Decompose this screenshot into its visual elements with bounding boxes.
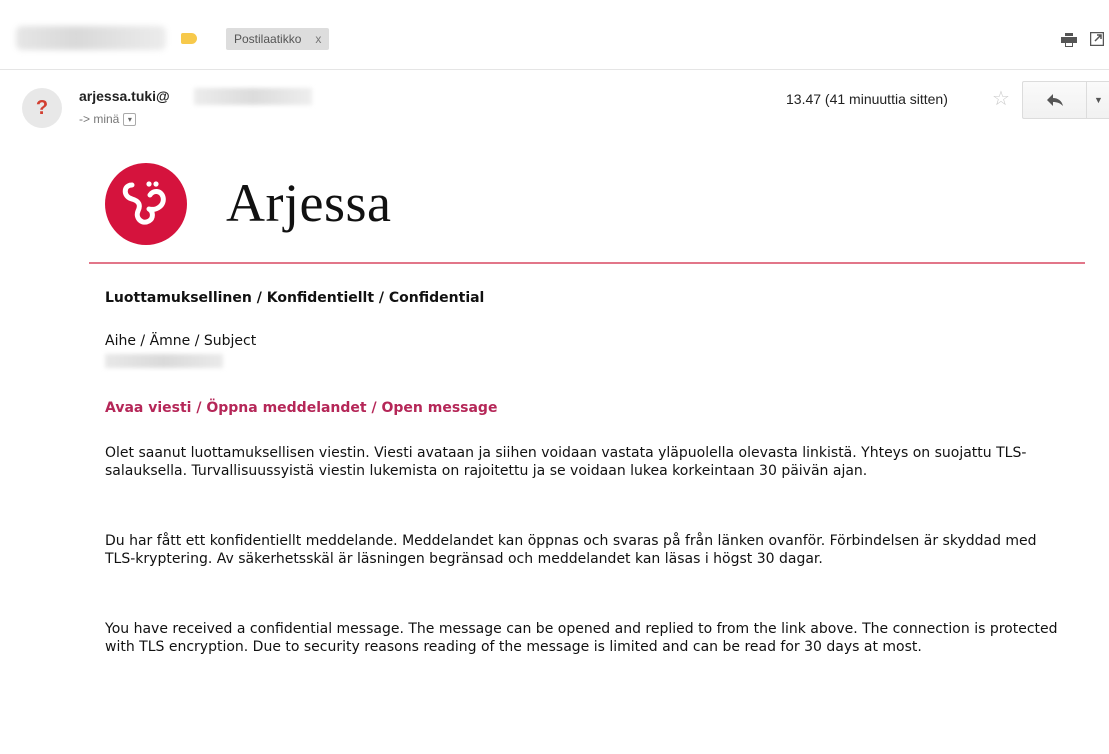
- subject-value-redacted: [105, 354, 223, 368]
- label-tag-icon[interactable]: [181, 33, 197, 44]
- recipient-line: -> minä ▾: [79, 112, 137, 126]
- brand-name: Arjessa: [226, 173, 392, 233]
- brand-divider: [89, 262, 1085, 264]
- open-message-link[interactable]: Avaa viesti / Öppna meddelandet / Open m…: [105, 400, 497, 416]
- header-divider: [0, 69, 1109, 70]
- inbox-label-text: Postilaatikko: [234, 32, 302, 46]
- sender-domain-redacted: [194, 88, 312, 105]
- recipient-text: -> minä: [79, 112, 120, 126]
- sender-address[interactable]: arjessa.tuki@: [79, 88, 170, 104]
- more-options-button[interactable]: ▼: [1086, 81, 1109, 119]
- arjessa-logo-icon: [105, 163, 187, 245]
- paragraph-finnish: Olet saanut luottamuksellisen viestin. V…: [105, 445, 1027, 479]
- reply-arrow-icon: [1047, 94, 1063, 106]
- subject-label: Aihe / Ämne / Subject: [105, 333, 257, 349]
- message-header-bar: Postilaatikko x: [0, 0, 1109, 70]
- inbox-label-chip[interactable]: Postilaatikko x: [226, 28, 330, 50]
- sender-avatar[interactable]: ?: [22, 88, 62, 128]
- print-icon[interactable]: [1061, 33, 1077, 47]
- paragraph-english: You have received a confidential message…: [105, 621, 1058, 655]
- chevron-down-icon: ▼: [1094, 95, 1103, 105]
- message-timestamp: 13.47 (41 minuuttia sitten): [786, 91, 948, 107]
- subject-redacted: [16, 26, 166, 50]
- star-icon[interactable]: ☆: [992, 86, 1010, 111]
- remove-label-button[interactable]: x: [315, 28, 321, 50]
- paragraph-swedish: Du har fått ett konfidentiellt meddeland…: [105, 533, 1037, 567]
- recipient-details-dropdown-icon[interactable]: ▾: [123, 112, 137, 126]
- popout-icon[interactable]: [1090, 32, 1104, 46]
- confidential-heading: Luottamuksellinen / Konfidentiellt / Con…: [105, 290, 485, 306]
- reply-button[interactable]: [1022, 81, 1087, 119]
- unknown-sender-icon: ?: [35, 96, 49, 119]
